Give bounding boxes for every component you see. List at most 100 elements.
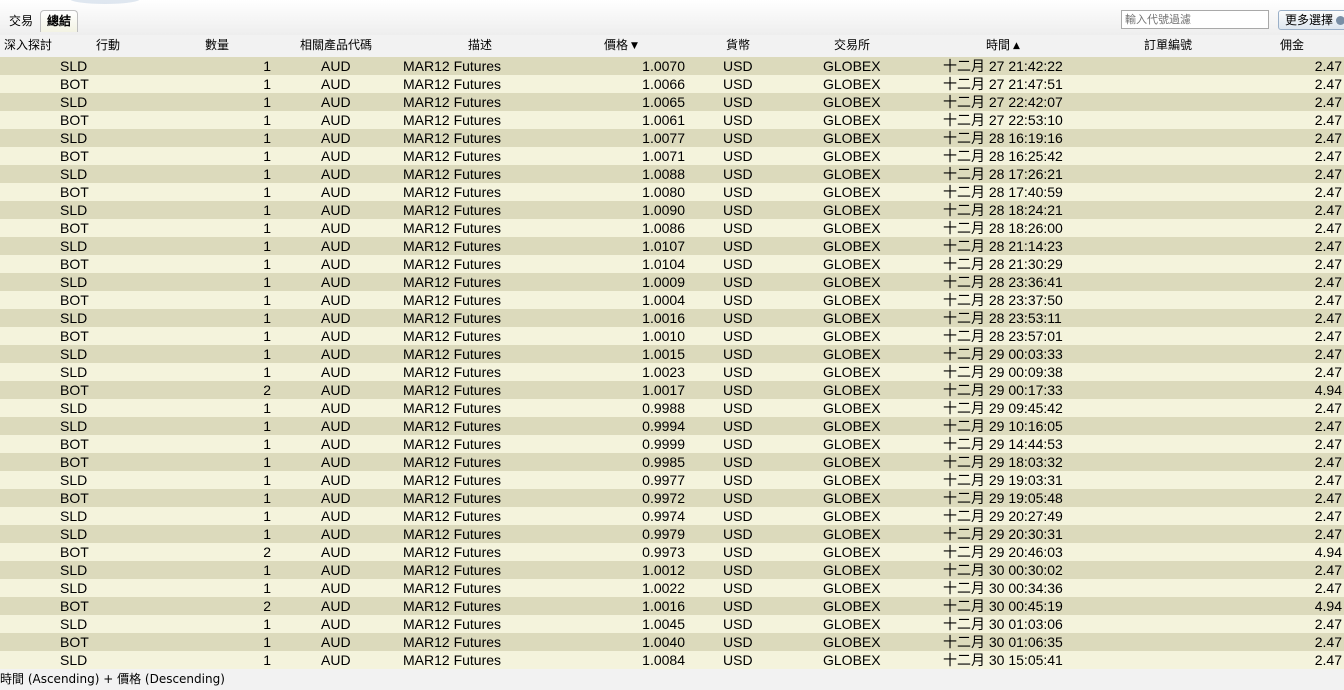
row-symbol: AUD bbox=[321, 310, 351, 326]
table-row[interactable]: SLD 1 AUD MAR12 Futures 1.0009 USD GLOBEX 十二月 2… bbox=[0, 273, 1344, 291]
row-time: 十二月 29 19:03:31 bbox=[943, 472, 1063, 488]
table-row[interactable]: SLD 1 AUD MAR12 Futures 0.9974 USD GLOBEX 十二月 2… bbox=[0, 507, 1344, 525]
row-symbol: AUD bbox=[321, 220, 351, 236]
table-row[interactable]: SLD 1 AUD MAR12 Futures 1.0015 USD GLOBEX 十二月 2… bbox=[0, 345, 1344, 363]
row-action: SLD bbox=[60, 166, 88, 182]
table-row[interactable]: SLD 1 AUD MAR12 Futures 1.0022 USD GLOBEX 十二月 3… bbox=[0, 579, 1344, 597]
row-time: 十二月 29 20:27:49 bbox=[943, 508, 1063, 524]
table-row[interactable]: BOT 1 AUD MAR12 Futures 1.0040 USD GLOBEX 十二月 3… bbox=[0, 633, 1344, 651]
table-row[interactable]: BOT 1 AUD MAR12 Futures 1.0066 USD GLOBEX 十二月 2… bbox=[0, 75, 1344, 93]
table-row[interactable]: SLD 1 AUD MAR12 Futures 1.0023 USD GLOBEX 十二月 2… bbox=[0, 363, 1344, 381]
table-row[interactable]: SLD 1 AUD MAR12 Futures 1.0077 USD GLOBEX 十二月 2… bbox=[0, 129, 1344, 147]
row-currency: USD bbox=[723, 184, 753, 200]
row-currency: USD bbox=[723, 220, 753, 236]
trades-table[interactable]: SLD 1 AUD MAR12 Futures 1.0070 USD GLOBEX 十二月 2… bbox=[0, 57, 1344, 669]
tab-summary[interactable]: 總結 bbox=[40, 10, 79, 32]
row-currency: USD bbox=[723, 310, 753, 326]
row-exchange: GLOBEX bbox=[823, 562, 881, 578]
column-header-drilldown[interactable]: 深入探討 bbox=[4, 35, 52, 56]
decorative-glow bbox=[70, 0, 140, 4]
column-header-action[interactable]: 行動 bbox=[96, 35, 120, 56]
column-header-commission[interactable]: 佣金 bbox=[1280, 35, 1304, 56]
row-commission: 2.47 bbox=[1314, 436, 1342, 452]
column-header-exchange[interactable]: 交易所 bbox=[834, 35, 870, 56]
table-row[interactable]: SLD 1 AUD MAR12 Futures 1.0070 USD GLOBEX 十二月 2… bbox=[0, 57, 1344, 75]
column-header-currency[interactable]: 貨幣 bbox=[726, 35, 750, 56]
column-header-order-id[interactable]: 訂單編號 bbox=[1144, 35, 1192, 56]
row-action: SLD bbox=[60, 310, 88, 326]
table-row[interactable]: SLD 1 AUD MAR12 Futures 1.0016 USD GLOBEX 十二月 2… bbox=[0, 309, 1344, 327]
row-symbol: AUD bbox=[321, 400, 351, 416]
row-currency: USD bbox=[723, 562, 753, 578]
row-currency: USD bbox=[723, 256, 753, 272]
table-row[interactable]: SLD 1 AUD MAR12 Futures 0.9988 USD GLOBEX 十二月 2… bbox=[0, 399, 1344, 417]
table-row[interactable]: BOT 1 AUD MAR12 Futures 0.9985 USD GLOBEX 十二月 2… bbox=[0, 453, 1344, 471]
table-row[interactable]: BOT 1 AUD MAR12 Futures 0.9999 USD GLOBEX 十二月 2… bbox=[0, 435, 1344, 453]
row-commission: 2.47 bbox=[1314, 454, 1342, 470]
row-symbol: AUD bbox=[321, 454, 351, 470]
table-row[interactable]: SLD 1 AUD MAR12 Futures 1.0084 USD GLOBEX 十二月 3… bbox=[0, 651, 1344, 669]
column-header-time[interactable]: 時間 ▲ bbox=[986, 35, 1020, 56]
more-options-button[interactable]: 更多選擇 bbox=[1278, 10, 1344, 30]
row-action: BOT bbox=[60, 220, 89, 236]
table-row[interactable]: SLD 1 AUD MAR12 Futures 1.0065 USD GLOBEX 十二月 2… bbox=[0, 93, 1344, 111]
row-description: MAR12 Futures bbox=[403, 526, 502, 542]
row-action: BOT bbox=[60, 436, 89, 452]
table-row[interactable]: SLD 1 AUD MAR12 Futures 1.0090 USD GLOBEX 十二月 2… bbox=[0, 201, 1344, 219]
table-row[interactable]: BOT 1 AUD MAR12 Futures 1.0071 USD GLOBEX 十二月 2… bbox=[0, 147, 1344, 165]
row-price: 0.9988 bbox=[642, 400, 685, 416]
table-row[interactable]: BOT 2 AUD MAR12 Futures 0.9973 USD GLOBEX 十二月 2… bbox=[0, 543, 1344, 561]
row-quantity: 1 bbox=[263, 364, 271, 380]
row-action: BOT bbox=[60, 454, 89, 470]
row-quantity: 2 bbox=[263, 598, 271, 614]
table-row[interactable]: SLD 1 AUD MAR12 Futures 0.9979 USD GLOBEX 十二月 2… bbox=[0, 525, 1344, 543]
row-symbol: AUD bbox=[321, 634, 351, 650]
symbol-filter-input[interactable] bbox=[1121, 10, 1269, 29]
table-row[interactable]: SLD 1 AUD MAR12 Futures 1.0107 USD GLOBEX 十二月 2… bbox=[0, 237, 1344, 255]
column-header-label: 交易所 bbox=[834, 38, 871, 52]
table-row[interactable]: BOT 1 AUD MAR12 Futures 0.9972 USD GLOBEX 十二月 2… bbox=[0, 489, 1344, 507]
row-time: 十二月 28 21:14:23 bbox=[943, 238, 1063, 254]
row-commission: 4.94 bbox=[1314, 382, 1342, 398]
row-symbol: AUD bbox=[321, 346, 351, 362]
table-row[interactable]: SLD 1 AUD MAR12 Futures 1.0088 USD GLOBEX 十二月 2… bbox=[0, 165, 1344, 183]
column-header-quantity[interactable]: 數量 bbox=[205, 35, 229, 56]
row-description: MAR12 Futures bbox=[403, 202, 502, 218]
table-row[interactable]: BOT 1 AUD MAR12 Futures 1.0104 USD GLOBEX 十二月 2… bbox=[0, 255, 1344, 273]
row-quantity: 1 bbox=[263, 436, 271, 452]
row-commission: 2.47 bbox=[1314, 418, 1342, 434]
row-time: 十二月 29 19:05:48 bbox=[943, 490, 1063, 506]
row-currency: USD bbox=[723, 274, 753, 290]
tab-trades[interactable]: 交易 bbox=[2, 10, 40, 32]
table-row[interactable]: BOT 1 AUD MAR12 Futures 1.0086 USD GLOBEX 十二月 2… bbox=[0, 219, 1344, 237]
row-price: 1.0022 bbox=[642, 580, 685, 596]
row-description: MAR12 Futures bbox=[403, 58, 502, 74]
table-row[interactable]: BOT 1 AUD MAR12 Futures 1.0061 USD GLOBEX 十二月 2… bbox=[0, 111, 1344, 129]
row-exchange: GLOBEX bbox=[823, 274, 881, 290]
row-exchange: GLOBEX bbox=[823, 472, 881, 488]
table-row[interactable]: BOT 2 AUD MAR12 Futures 1.0016 USD GLOBEX 十二月 3… bbox=[0, 597, 1344, 615]
table-row[interactable]: BOT 2 AUD MAR12 Futures 1.0017 USD GLOBEX 十二月 2… bbox=[0, 381, 1344, 399]
table-row[interactable]: BOT 1 AUD MAR12 Futures 1.0080 USD GLOBEX 十二月 2… bbox=[0, 183, 1344, 201]
column-header-symbol[interactable]: 相關產品代碼 bbox=[300, 35, 372, 56]
table-row[interactable]: SLD 1 AUD MAR12 Futures 0.9994 USD GLOBEX 十二月 2… bbox=[0, 417, 1344, 435]
row-action: BOT bbox=[60, 544, 89, 560]
row-time: 十二月 29 09:45:42 bbox=[943, 400, 1063, 416]
table-row[interactable]: SLD 1 AUD MAR12 Futures 1.0012 USD GLOBEX 十二月 3… bbox=[0, 561, 1344, 579]
table-row[interactable]: BOT 1 AUD MAR12 Futures 1.0010 USD GLOBEX 十二月 2… bbox=[0, 327, 1344, 345]
row-price: 1.0066 bbox=[642, 76, 685, 92]
row-commission: 2.47 bbox=[1314, 112, 1342, 128]
table-row[interactable]: SLD 1 AUD MAR12 Futures 1.0045 USD GLOBEX 十二月 3… bbox=[0, 615, 1344, 633]
sort-ascending-arrow-icon: ▲ bbox=[1013, 41, 1020, 51]
row-exchange: GLOBEX bbox=[823, 526, 881, 542]
column-header-price[interactable]: 價格 ▼ bbox=[604, 35, 638, 56]
row-quantity: 1 bbox=[263, 94, 271, 110]
column-header-description[interactable]: 描述 bbox=[468, 35, 492, 56]
row-commission: 2.47 bbox=[1314, 652, 1342, 668]
table-row[interactable]: SLD 1 AUD MAR12 Futures 0.9977 USD GLOBEX 十二月 2… bbox=[0, 471, 1344, 489]
row-currency: USD bbox=[723, 454, 753, 470]
row-time: 十二月 29 20:30:31 bbox=[943, 526, 1063, 542]
row-action: SLD bbox=[60, 202, 88, 218]
table-row[interactable]: BOT 1 AUD MAR12 Futures 1.0004 USD GLOBEX 十二月 2… bbox=[0, 291, 1344, 309]
row-exchange: GLOBEX bbox=[823, 544, 881, 560]
